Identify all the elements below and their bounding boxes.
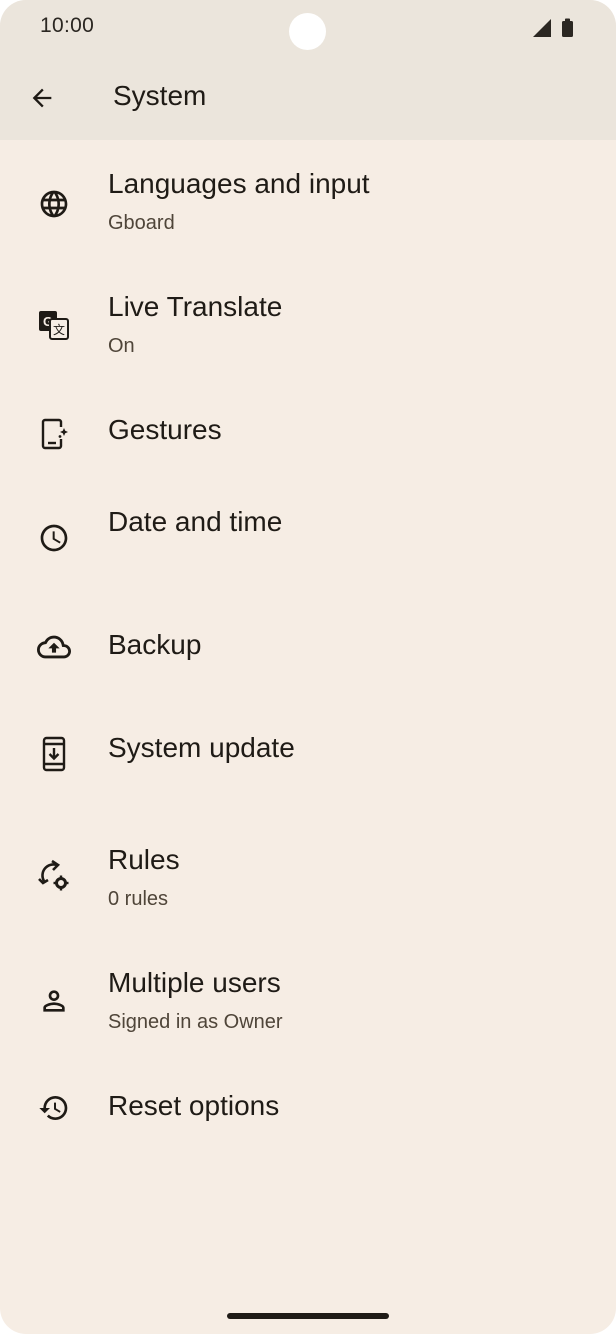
cellular-signal-icon — [533, 19, 551, 37]
arrow-back-icon — [32, 88, 52, 108]
list-item-multiple-users[interactable]: Multiple users Signed in as Owner — [0, 961, 616, 1063]
item-subtitle: Gboard — [108, 212, 175, 234]
list-item-date-time[interactable]: Date and time — [0, 500, 616, 608]
list-item-system-update[interactable]: System update — [0, 726, 616, 834]
person-icon — [36, 983, 72, 1019]
item-title: System update — [108, 732, 295, 763]
globe-icon — [36, 186, 72, 222]
battery-icon — [562, 18, 573, 37]
gesture-nav-handle[interactable] — [227, 1313, 389, 1319]
page-title: System — [113, 80, 207, 111]
item-title: Multiple users — [108, 967, 281, 998]
list-item-live-translate[interactable]: G 文 Live Translate On — [0, 285, 616, 387]
list-item-backup[interactable]: Backup — [0, 623, 616, 711]
cloud-upload-icon — [36, 629, 72, 665]
item-title: Rules — [108, 844, 180, 875]
item-title: Gestures — [108, 414, 222, 445]
item-title: Reset options — [108, 1090, 280, 1121]
system-update-icon — [36, 736, 72, 772]
svg-text:文: 文 — [53, 322, 65, 337]
translate-icon: G 文 — [36, 307, 72, 343]
item-title: Languages and input — [108, 168, 370, 199]
item-title: Live Translate — [108, 291, 283, 322]
item-subtitle: Signed in as Owner — [108, 1011, 283, 1033]
list-item-gestures[interactable]: Gestures — [0, 408, 616, 496]
app-bar: 10:00 System — [0, 0, 616, 140]
back-button[interactable] — [22, 78, 62, 118]
item-title: Date and time — [108, 506, 283, 537]
status-icons — [532, 17, 582, 39]
settings-screen: 10:00 System Languages and input Gboard … — [0, 0, 616, 1334]
camera-cutout — [289, 13, 326, 50]
history-icon — [36, 1090, 72, 1126]
item-title: Backup — [108, 629, 202, 660]
clock-icon — [36, 520, 72, 556]
item-subtitle: On — [108, 335, 135, 357]
rules-icon — [36, 858, 72, 894]
list-item-rules[interactable]: Rules 0 rules — [0, 838, 616, 940]
gesture-phone-icon — [36, 416, 72, 452]
list-item-languages[interactable]: Languages and input Gboard — [0, 162, 616, 264]
list-item-reset-options[interactable]: Reset options — [0, 1084, 616, 1172]
item-subtitle: 0 rules — [108, 888, 169, 910]
status-time: 10:00 — [40, 14, 95, 37]
